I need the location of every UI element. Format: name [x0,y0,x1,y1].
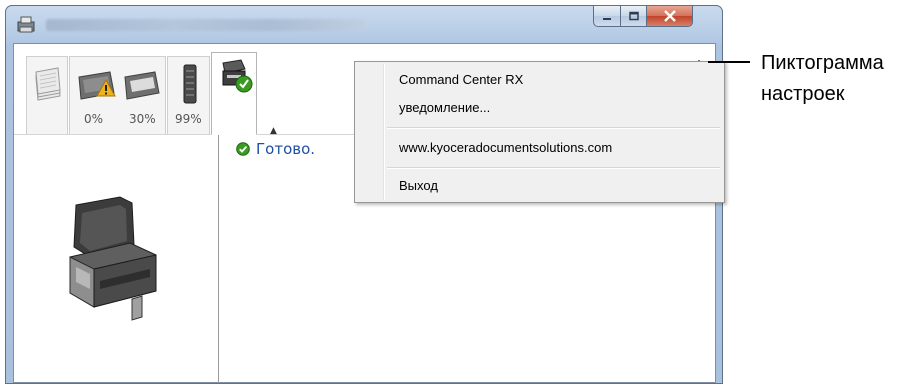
printer-app-icon [17,16,35,33]
callout-line-2: настроек [761,83,845,105]
status-text: Готово. [256,140,316,158]
maximize-icon [628,11,639,20]
toner-level: 99% [175,112,202,126]
menu-item-command-center[interactable]: Command Center RX [399,72,523,87]
callout-line-1: Пиктограмма [761,52,884,74]
menu-separator [387,167,720,169]
tab-printer[interactable] [211,52,257,135]
warning-icon [96,79,116,97]
window-title [46,19,366,31]
ok-check-icon [236,142,250,156]
tab-paper[interactable] [26,56,68,134]
tab-toner[interactable]: 99% [167,56,210,134]
status-area: Готово. [236,140,315,158]
menu-gutter [383,64,385,200]
paper-tray-icon [124,71,160,100]
printer-preview-panel [14,135,219,383]
minimize-button[interactable] [593,6,621,27]
maximize-button[interactable] [620,6,647,27]
title-bar[interactable] [6,6,722,42]
close-icon [663,10,676,22]
menu-separator [387,127,720,129]
callout-line [708,61,750,63]
menu-item-notification[interactable]: уведомление... [399,100,490,115]
printer-status-icon [222,59,253,93]
callout-label: Пиктограмма настроек [761,48,884,110]
menu-item-website[interactable]: www.kyoceradocumentsolutions.com [399,140,612,155]
close-button[interactable] [646,6,693,27]
paper-stack-icon [35,67,61,101]
tray-level: 30% [129,112,156,126]
toner-cartridge-icon [183,64,197,104]
printer-image [69,196,157,321]
menu-item-exit[interactable]: Выход [399,178,438,193]
tab-consumables[interactable]: 0% 30% [69,56,166,134]
settings-context-menu: Command Center RX уведомление... www.kyo… [354,61,725,203]
minimize-icon [603,18,611,20]
waste-toner-level: 0% [84,112,104,126]
collapse-arrow-icon[interactable]: ▲ [270,126,277,136]
